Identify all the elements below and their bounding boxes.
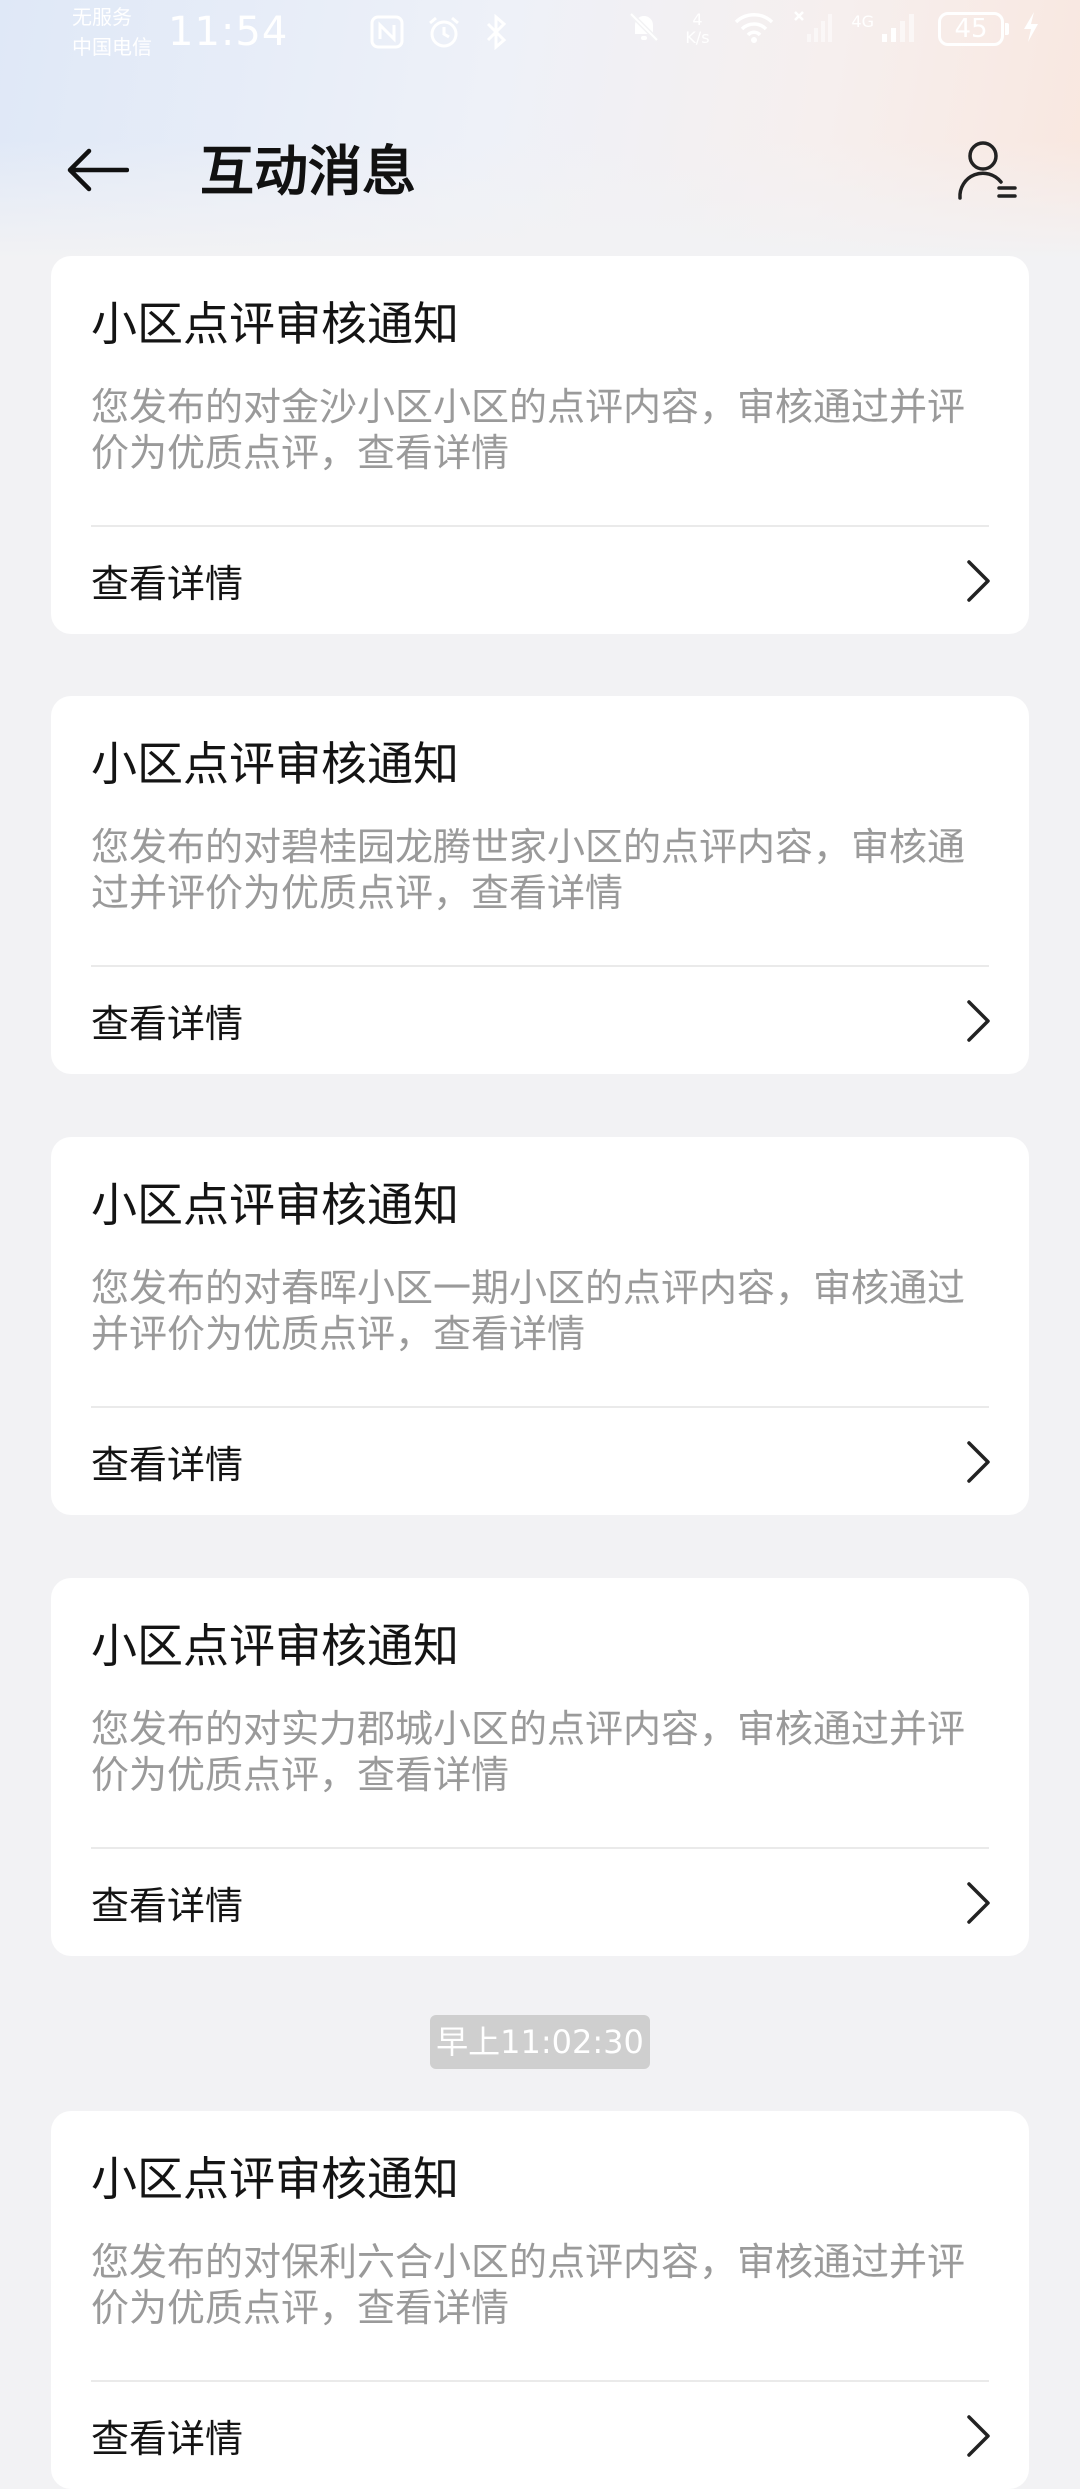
status-bar: 无服务 中国电信 11:54 4 K/s 4G 45 bbox=[0, 0, 1080, 64]
app-header: 互动消息 bbox=[0, 110, 1080, 230]
user-settings-icon bbox=[957, 138, 1019, 206]
chevron-right-icon bbox=[959, 1437, 999, 1487]
message-card: 小区点评审核通知 您发布的对碧桂园龙腾世家小区的点评内容，审核通过并评价为优质点… bbox=[51, 696, 1029, 1074]
battery-indicator: 45 bbox=[938, 12, 1009, 46]
card-title: 小区点评审核通知 bbox=[91, 737, 459, 791]
card-description: 您发布的对金沙小区小区的点评内容，审核通过并评价为优质点评，查看详情 bbox=[91, 385, 966, 475]
timestamp-chip: 早上11:02:30 bbox=[430, 2015, 650, 2069]
card-title: 小区点评审核通知 bbox=[91, 297, 459, 351]
chevron-right-icon bbox=[959, 556, 999, 606]
view-details-label: 查看详情 bbox=[91, 2417, 244, 2461]
chevron-right-icon bbox=[959, 2411, 999, 2461]
view-details-label: 查看详情 bbox=[91, 562, 244, 606]
carrier-info: 无服务 中国电信 bbox=[72, 2, 152, 62]
network-speed-unit: K/s bbox=[685, 28, 710, 47]
network-speed-value: 4 bbox=[692, 10, 703, 29]
signal-strength-icon bbox=[880, 10, 920, 48]
view-details-link[interactable]: 查看详情 bbox=[91, 527, 999, 634]
nfc-icon bbox=[370, 15, 404, 53]
mute-icon bbox=[627, 10, 661, 48]
message-card: 小区点评审核通知 您发布的对保利六合小区的点评内容，审核通过并评价为优质点评，查… bbox=[51, 2111, 1029, 2489]
card-title: 小区点评审核通知 bbox=[91, 1178, 459, 1232]
signal-no-service-icon bbox=[793, 10, 833, 48]
card-description: 您发布的对保利六合小区的点评内容，审核通过并评价为优质点评，查看详情 bbox=[91, 2240, 966, 2330]
status-icons-left bbox=[370, 13, 508, 54]
carrier-line-2: 中国电信 bbox=[72, 35, 152, 59]
view-details-label: 查看详情 bbox=[91, 1884, 244, 1928]
view-details-label: 查看详情 bbox=[91, 1002, 244, 1046]
chevron-right-icon bbox=[959, 996, 999, 1046]
view-details-link[interactable]: 查看详情 bbox=[91, 2382, 999, 2489]
network-type: 4G bbox=[851, 12, 874, 31]
message-card: 小区点评审核通知 您发布的对实力郡城小区的点评内容，审核通过并评价为优质点评，查… bbox=[51, 1578, 1029, 1956]
bluetooth-icon bbox=[484, 13, 508, 54]
view-details-link[interactable]: 查看详情 bbox=[91, 1408, 999, 1515]
user-settings-button[interactable] bbox=[948, 132, 1028, 212]
message-card: 小区点评审核通知 您发布的对春晖小区一期小区的点评内容，审核通过并评价为优质点评… bbox=[51, 1137, 1029, 1515]
card-title: 小区点评审核通知 bbox=[91, 2152, 459, 2206]
card-title: 小区点评审核通知 bbox=[91, 1619, 459, 1673]
message-card: 小区点评审核通知 您发布的对金沙小区小区的点评内容，审核通过并评价为优质点评，查… bbox=[51, 256, 1029, 634]
view-details-label: 查看详情 bbox=[91, 1443, 244, 1487]
card-description: 您发布的对碧桂园龙腾世家小区的点评内容，审核通过并评价为优质点评，查看详情 bbox=[91, 825, 966, 915]
back-button[interactable] bbox=[60, 134, 136, 210]
back-arrow-icon bbox=[67, 148, 130, 196]
view-details-link[interactable]: 查看详情 bbox=[91, 967, 999, 1074]
carrier-line-1: 无服务 bbox=[72, 5, 132, 29]
wifi-icon bbox=[733, 10, 775, 48]
chevron-right-icon bbox=[959, 1878, 999, 1928]
alarm-icon bbox=[426, 14, 462, 54]
status-clock: 11:54 bbox=[168, 9, 289, 55]
page-title: 互动消息 bbox=[200, 140, 416, 203]
charging-icon bbox=[1022, 11, 1040, 47]
network-speed: 4 K/s bbox=[679, 11, 715, 47]
status-icons-right: 4 K/s 4G 45 bbox=[627, 10, 1040, 48]
card-description: 您发布的对实力郡城小区的点评内容，审核通过并评价为优质点评，查看详情 bbox=[91, 1707, 966, 1797]
view-details-link[interactable]: 查看详情 bbox=[91, 1849, 999, 1956]
card-description: 您发布的对春晖小区一期小区的点评内容，审核通过并评价为优质点评，查看详情 bbox=[91, 1266, 966, 1356]
